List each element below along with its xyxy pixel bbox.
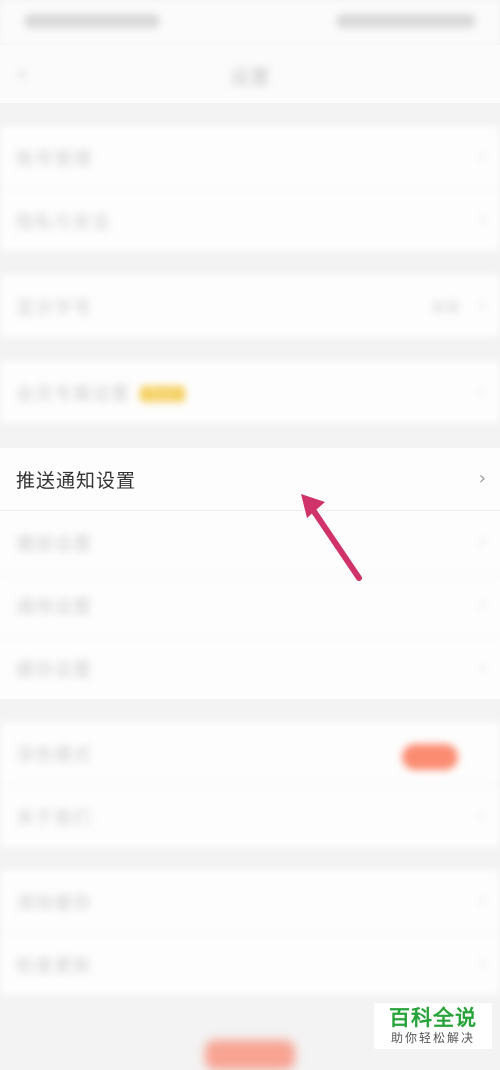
chevron-right-icon: › [478,381,486,402]
annotation-arrow-icon [301,494,362,581]
settings-group-display: 显示字号 标准 › [0,275,500,337]
settings-item-label: 通用设置 [16,597,92,618]
page-title: 设置 [230,65,270,89]
settings-item-dark-mode: 深色模式 [0,722,500,785]
watermark-subtitle: 助你轻松解决 [390,1031,475,1045]
chevron-right-icon: › [478,953,486,974]
nav-bar: ‹ 设置 [0,45,500,103]
settings-item-playback[interactable]: 播放设置 › [0,511,500,574]
settings-item-label: 检查更新 [16,956,92,977]
settings-item-privacy[interactable]: 隐私与安全 › [0,189,500,251]
settings-item-cache[interactable]: 缓存设置 › [0,637,500,699]
settings-item-label: 清除缓存 [16,893,92,914]
settings-item-label: 隐私与安全 [16,212,111,233]
settings-item-value: 标准 [432,300,460,316]
settings-item-check-update[interactable]: 检查更新 › [0,933,500,995]
chevron-right-icon: › [478,468,486,489]
chevron-right-icon: › [478,890,486,911]
dark-mode-toggle[interactable] [402,744,458,770]
settings-group-account: 账号管理 › 隐私与安全 › [0,126,500,251]
chevron-right-icon: › [478,209,486,230]
settings-item-label: 播放设置 [16,534,92,555]
settings-group-maintenance: 清除缓存 › 检查更新 › [0,870,500,995]
watermark-title: 百科全说 [389,1006,477,1030]
settings-item-font-size[interactable]: 显示字号 标准 › [0,275,500,337]
settings-item-account[interactable]: 账号管理 › [0,126,500,189]
settings-item-clear-cache[interactable]: 清除缓存 › [0,870,500,933]
settings-item-label: 缓存设置 [16,660,92,681]
settings-item-general[interactable]: 通用设置 › [0,574,500,637]
settings-item-label: 会员专属设置 New [16,380,186,406]
status-bar [0,0,500,45]
chevron-right-icon: › [478,531,486,552]
settings-group-member: 会员专属设置 New › [0,361,500,423]
new-badge: New [140,386,186,402]
settings-item-label: 深色模式 [16,745,92,766]
chevron-right-icon: › [478,805,486,826]
chevron-right-icon: › [478,594,486,615]
chevron-right-icon: › [478,295,486,316]
settings-item-label: 显示字号 [16,298,92,319]
settings-group-appearance: 深色模式 关于我们 › [0,722,500,847]
settings-item-member[interactable]: 会员专属设置 New › [0,361,500,423]
settings-item-label: 推送通知设置 [16,470,137,492]
settings-item-label: 关于我们 [16,808,92,829]
chevron-right-icon: › [478,657,486,678]
chevron-right-icon: › [478,146,486,167]
settings-item-push-notifications[interactable]: 推送通知设置 › [0,448,500,511]
watermark-logo: 百科全说 助你轻松解决 [374,1003,492,1049]
status-bar-right [336,14,476,28]
status-bar-left [24,14,160,28]
settings-item-about[interactable]: 关于我们 › [0,785,500,847]
settings-item-label: 账号管理 [16,149,92,170]
settings-group-notifications: 推送通知设置 › 播放设置 › 通用设置 › 缓存设置 › [0,448,500,699]
logout-button[interactable] [205,1040,295,1070]
